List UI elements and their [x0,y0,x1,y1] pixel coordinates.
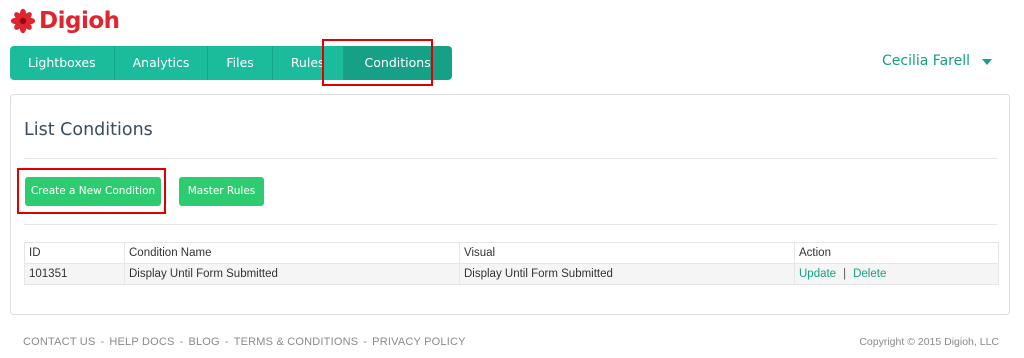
footer-link-privacy[interactable]: PRIVACY POLICY [372,336,465,348]
footer-links: CONTACT US - HELP DOCS - BLOG - TERMS & CONDIT… [23,336,466,348]
column-header-id: ID [24,242,125,264]
copyright-text: Copyright © 2015 Digioh, LLC [859,336,999,348]
table-header-row: ID Condition Name Visual Action [24,242,999,264]
cell-actions: Update | Delete [794,263,999,285]
footer-link-blog[interactable]: BLOG [188,336,219,348]
footer-separator: - [363,336,368,348]
cell-condition-name: Display Until Form Submitted [124,263,460,285]
column-header-action: Action [794,242,999,264]
master-rules-button[interactable]: Master Rules [179,177,264,206]
footer-separator: - [100,336,105,348]
create-button-highlight [17,168,166,214]
tab-files[interactable]: Files [208,46,273,80]
conditions-panel: List Conditions Create a New Condition M… [10,94,1010,315]
table-row: 101351 Display Until Form Submitted Disp… [24,263,999,285]
user-name: Cecilia Farell [882,53,970,69]
cell-visual: Display Until Form Submitted [459,263,795,285]
footer-separator: - [224,336,229,348]
update-link[interactable]: Update [799,268,836,280]
cell-id: 101351 [24,263,125,285]
tab-lightboxes[interactable]: Lightboxes [10,46,115,80]
digioh-logo[interactable]: Digioh [10,5,120,37]
footer-link-terms[interactable]: TERMS & CONDITIONS [234,336,359,348]
chevron-down-icon [982,59,992,65]
conditions-tab-highlight [322,39,433,86]
divider [24,224,997,225]
tab-analytics[interactable]: Analytics [114,46,209,80]
user-menu[interactable]: Cecilia Farell [882,53,992,69]
brand-name: Digioh [39,8,120,34]
conditions-table: ID Condition Name Visual Action 101351 D… [24,242,999,285]
footer-link-help-docs[interactable]: HELP DOCS [109,336,174,348]
footer-link-contact-us[interactable]: CONTACT US [23,336,96,348]
divider [24,158,997,159]
page-title: List Conditions [24,120,153,140]
column-header-condition-name: Condition Name [124,242,460,264]
action-separator: | [843,268,847,280]
footer-separator: - [179,336,184,348]
column-header-visual: Visual [459,242,795,264]
delete-link[interactable]: Delete [853,268,886,280]
logo-flower-icon [10,8,36,34]
